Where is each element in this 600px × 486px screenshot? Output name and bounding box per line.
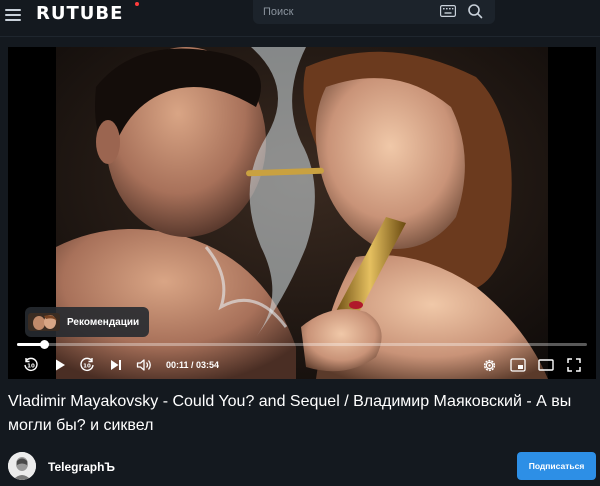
- fullscreen-icon[interactable]: [565, 356, 583, 374]
- forward-10-icon[interactable]: 10: [78, 356, 96, 374]
- rewind-10-icon[interactable]: 10: [22, 356, 40, 374]
- recommendations-button[interactable]: Рекомендации: [25, 307, 149, 337]
- rutube-logo[interactable]: RUTUBE: [36, 3, 123, 24]
- search-input[interactable]: [263, 4, 433, 20]
- channel-name[interactable]: TelegraphЪ: [48, 460, 115, 474]
- keyboard-icon[interactable]: [440, 5, 456, 17]
- next-icon[interactable]: [107, 356, 125, 374]
- play-icon[interactable]: [51, 356, 69, 374]
- menu-icon[interactable]: [4, 5, 24, 25]
- pip-icon[interactable]: [509, 356, 527, 374]
- recommendations-label: Рекомендации: [67, 317, 140, 328]
- video-title: Vladimir Mayakovsky - Could You? and Seq…: [8, 393, 572, 434]
- settings-icon[interactable]: [480, 356, 498, 374]
- svg-text:10: 10: [83, 364, 91, 370]
- logo-dot: [135, 2, 139, 6]
- theater-mode-icon[interactable]: [537, 356, 555, 374]
- progress-handle[interactable]: [39, 340, 49, 349]
- search-box: [253, 0, 495, 24]
- progress-bar[interactable]: [17, 340, 587, 349]
- recommendation-thumbnail: [28, 313, 60, 331]
- subscribe-button[interactable]: Подписаться: [517, 452, 596, 480]
- volume-icon[interactable]: [135, 356, 155, 374]
- top-bar: RUTUBE: [0, 0, 600, 37]
- search-icon[interactable]: [467, 3, 483, 19]
- channel-avatar[interactable]: [8, 452, 36, 480]
- svg-text:10: 10: [27, 364, 35, 370]
- time-display: 00:11 / 03:54: [166, 360, 220, 370]
- video-player[interactable]: Рекомендации 10 10 00:11 / 03:54: [8, 47, 596, 379]
